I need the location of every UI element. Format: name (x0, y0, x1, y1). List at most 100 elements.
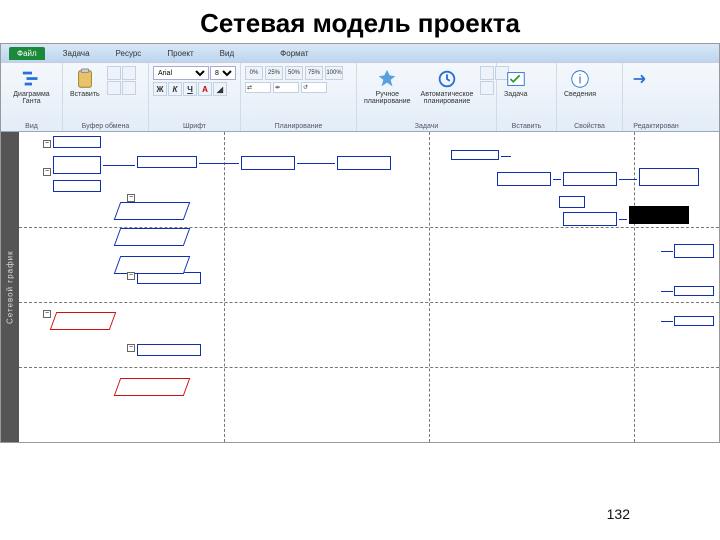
task-node[interactable] (114, 256, 191, 274)
dependency-arrow (661, 321, 673, 322)
gantt-chart-button[interactable]: Диаграмма Ганта (5, 66, 58, 108)
task-node[interactable] (674, 244, 714, 258)
fill-color-button[interactable]: ◢ (213, 82, 227, 96)
underline-button[interactable]: Ч (183, 82, 197, 96)
collapse-toggle[interactable]: − (127, 272, 135, 280)
pct-75[interactable]: 75% (305, 66, 323, 80)
msproject-window: Файл Задача Ресурс Проект Вид Формат Диа… (0, 43, 720, 443)
tab-project[interactable]: Проект (159, 47, 201, 60)
paste-button[interactable]: Вставить (67, 66, 103, 100)
task-node[interactable] (137, 344, 201, 356)
group-label-planning: Планирование (245, 122, 352, 130)
task-node[interactable] (137, 156, 197, 168)
task-node[interactable] (563, 212, 617, 226)
unlink-icon[interactable]: ⇹ (273, 82, 299, 93)
tab-view[interactable]: Вид (212, 47, 242, 60)
manual-schedule-button[interactable]: Ручное планирование (361, 66, 414, 108)
scroll-icon (630, 68, 652, 90)
collapse-toggle[interactable]: − (43, 140, 51, 148)
dependency-arrow (199, 163, 239, 164)
mode-icon[interactable] (480, 81, 494, 95)
italic-button[interactable]: К (168, 82, 182, 96)
dependency-arrow (619, 219, 627, 220)
task-node[interactable] (639, 168, 699, 186)
collapse-toggle[interactable]: − (43, 310, 51, 318)
inspect-icon[interactable] (480, 66, 494, 80)
scroll-to-task-button[interactable] (627, 66, 655, 92)
ribbon-group-font: Arial 8 Ж К Ч А ◢ Шрифт (149, 63, 241, 131)
bold-button[interactable]: Ж (153, 82, 167, 96)
dependency-arrow (661, 291, 673, 292)
auto-schedule-button[interactable]: Автоматическое планирование (418, 66, 477, 108)
ribbon-group-edit: Редактирован (623, 63, 689, 131)
collapse-toggle[interactable]: − (127, 194, 135, 202)
task-node[interactable] (674, 286, 714, 296)
task-icon (505, 68, 527, 90)
pct-25[interactable]: 25% (265, 66, 283, 80)
task-node[interactable] (114, 378, 191, 396)
task-insert-button[interactable]: Задача (501, 66, 531, 100)
tab-file[interactable]: Файл (9, 47, 45, 60)
font-name-select[interactable]: Arial (153, 66, 209, 80)
task-node[interactable] (114, 202, 191, 220)
dependency-arrow (501, 156, 511, 157)
task-node[interactable] (559, 196, 585, 208)
respect-links-icon[interactable]: ↺ (301, 82, 327, 93)
dependency-arrow (553, 179, 561, 180)
task-node[interactable] (114, 228, 191, 246)
view-title-sidebar: Сетевой график (1, 132, 19, 442)
group-label-clipboard: Буфер обмена (67, 122, 144, 130)
task-node[interactable] (241, 156, 295, 170)
collapse-toggle[interactable]: − (43, 168, 51, 176)
ribbon-group-insert: Задача Вставить (497, 63, 557, 131)
ribbon: Диаграмма Ганта Вид Вставить (1, 62, 719, 132)
gantt-label: Диаграмма Ганта (8, 91, 55, 106)
cut-icon[interactable] (107, 66, 121, 80)
pct-0[interactable]: 0% (245, 66, 263, 80)
tab-resource[interactable]: Ресурс (108, 47, 150, 60)
dependency-arrow (297, 163, 335, 164)
pct-100[interactable]: 100% (325, 66, 343, 80)
copy-icon[interactable] (122, 66, 136, 80)
clipboard-extra-icon[interactable] (122, 81, 136, 95)
ribbon-group-view: Диаграмма Ганта Вид (1, 63, 63, 131)
dependency-arrow (619, 179, 637, 180)
paste-label: Вставить (70, 91, 100, 98)
svg-text:i: i (579, 72, 582, 87)
group-label-insert: Вставить (501, 122, 552, 130)
task-node[interactable] (451, 150, 499, 160)
network-diagram-canvas[interactable]: − − − − − − (19, 132, 719, 442)
tab-task[interactable]: Задача (55, 47, 98, 60)
task-node[interactable] (337, 156, 391, 170)
task-label: Задача (504, 91, 528, 98)
slide-title: Сетевая модель проекта (0, 0, 720, 43)
grid-hline (19, 302, 719, 303)
clipboard-small-buttons (107, 66, 136, 95)
task-node[interactable] (629, 206, 689, 224)
info-button[interactable]: i Сведения (561, 66, 599, 100)
group-label-view: Вид (5, 122, 58, 130)
pct-50[interactable]: 50% (285, 66, 303, 80)
collapse-toggle[interactable]: − (127, 344, 135, 352)
task-node[interactable] (53, 180, 101, 192)
task-node[interactable] (674, 316, 714, 326)
font-color-button[interactable]: А (198, 82, 212, 96)
task-node[interactable] (53, 156, 101, 174)
clipboard-icon (74, 68, 96, 90)
format-painter-icon[interactable] (107, 81, 121, 95)
tab-format[interactable]: Формат (272, 47, 316, 60)
task-node[interactable] (497, 172, 551, 186)
dependency-arrow (103, 165, 135, 166)
group-label-font: Шрифт (153, 122, 236, 130)
task-node[interactable] (50, 312, 117, 330)
manual-label: Ручное планирование (364, 91, 411, 106)
task-node[interactable] (563, 172, 617, 186)
font-size-select[interactable]: 8 (210, 66, 236, 80)
ribbon-tabbar: Файл Задача Ресурс Проект Вид Формат (1, 44, 719, 62)
ribbon-group-planning: 0% 25% 50% 75% 100% ⇄ ⇹ ↺ Планирование (241, 63, 357, 131)
task-node[interactable] (53, 136, 101, 148)
grid-vline (429, 132, 430, 442)
info-label: Сведения (564, 91, 596, 98)
grid-hline (19, 367, 719, 368)
link-icon[interactable]: ⇄ (245, 82, 271, 93)
